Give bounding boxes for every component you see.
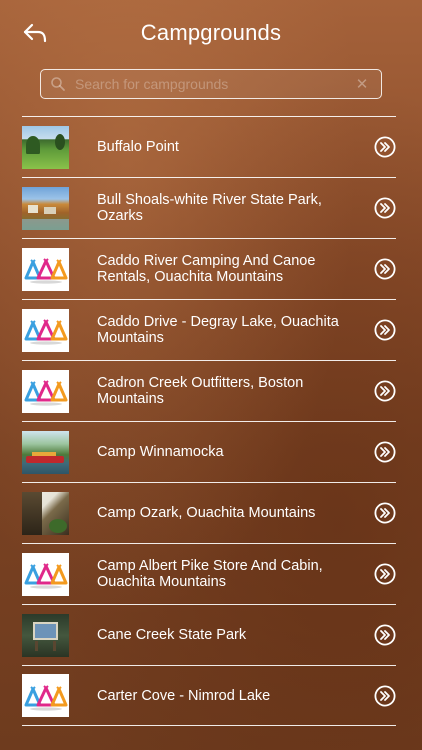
campground-name: Bull Shoals-white River State Park, Ozar… xyxy=(97,192,322,224)
list-item[interactable]: Camp Winnamocka xyxy=(22,421,396,482)
campground-name: Camp Ozark, Ouachita Mountains xyxy=(97,505,316,521)
campground-name: Caddo Drive - Degray Lake, Ouachita Moun… xyxy=(97,314,339,346)
chevron-right-icon[interactable] xyxy=(374,197,396,219)
search-input[interactable] xyxy=(75,76,351,92)
campground-name: Buffalo Point xyxy=(97,139,179,155)
list-item[interactable]: Camp Ozark, Ouachita Mountains xyxy=(22,482,396,543)
list-item[interactable]: Camp Albert Pike Store And Cabin, Ouachi… xyxy=(22,543,396,604)
clear-icon[interactable]: ✕ xyxy=(351,73,373,95)
tent-logo-icon xyxy=(22,308,69,352)
chevron-right-icon[interactable] xyxy=(374,380,396,402)
page-title: Campgrounds xyxy=(140,20,282,45)
thumbnail-image xyxy=(22,491,69,535)
chevron-right-icon[interactable] xyxy=(374,441,396,463)
tent-logo-icon xyxy=(22,674,69,717)
campground-name: Caddo River Camping And Canoe Rentals, O… xyxy=(97,253,316,285)
chevron-right-icon[interactable] xyxy=(374,624,396,646)
tent-logo-icon xyxy=(22,247,69,291)
tent-logo-icon xyxy=(22,552,69,596)
chevron-right-icon[interactable] xyxy=(374,258,396,280)
list-item[interactable]: Cane Creek State Park xyxy=(22,604,396,665)
list-item[interactable]: Carter Cove - Nimrod Lake xyxy=(22,665,396,726)
search-icon xyxy=(51,77,65,91)
list-item[interactable]: Buffalo Point xyxy=(22,116,396,177)
list-item[interactable]: Bull Shoals-white River State Park, Ozar… xyxy=(22,177,396,238)
chevron-right-icon[interactable] xyxy=(374,563,396,585)
header: Campgrounds xyxy=(0,0,422,66)
campground-name: Camp Albert Pike Store And Cabin, Ouachi… xyxy=(97,558,323,590)
chevron-right-icon[interactable] xyxy=(374,502,396,524)
thumbnail-image xyxy=(22,430,69,474)
campground-list: Buffalo Point Bull Shoals-white River St… xyxy=(22,116,396,726)
campground-name: Carter Cove - Nimrod Lake xyxy=(97,687,271,704)
thumbnail-image xyxy=(22,125,69,169)
chevron-right-icon[interactable] xyxy=(374,319,396,341)
campground-name: Cane Creek State Park xyxy=(97,627,247,643)
thumbnail-image xyxy=(22,186,69,230)
thumbnail-image xyxy=(22,613,69,657)
chevron-right-icon[interactable] xyxy=(374,136,396,158)
campground-name: Camp Winnamocka xyxy=(97,444,224,460)
chevron-right-icon[interactable] xyxy=(374,684,396,707)
list-item[interactable]: Cadron Creek Outfitters, Boston Mountain… xyxy=(22,360,396,421)
list-item[interactable]: Caddo Drive - Degray Lake, Ouachita Moun… xyxy=(22,299,396,360)
tent-logo-icon xyxy=(22,369,69,413)
list-item[interactable]: Caddo River Camping And Canoe Rentals, O… xyxy=(22,238,396,299)
campground-name: Cadron Creek Outfitters, Boston Mountain… xyxy=(97,375,304,407)
search-bar[interactable]: ✕ xyxy=(40,69,382,99)
